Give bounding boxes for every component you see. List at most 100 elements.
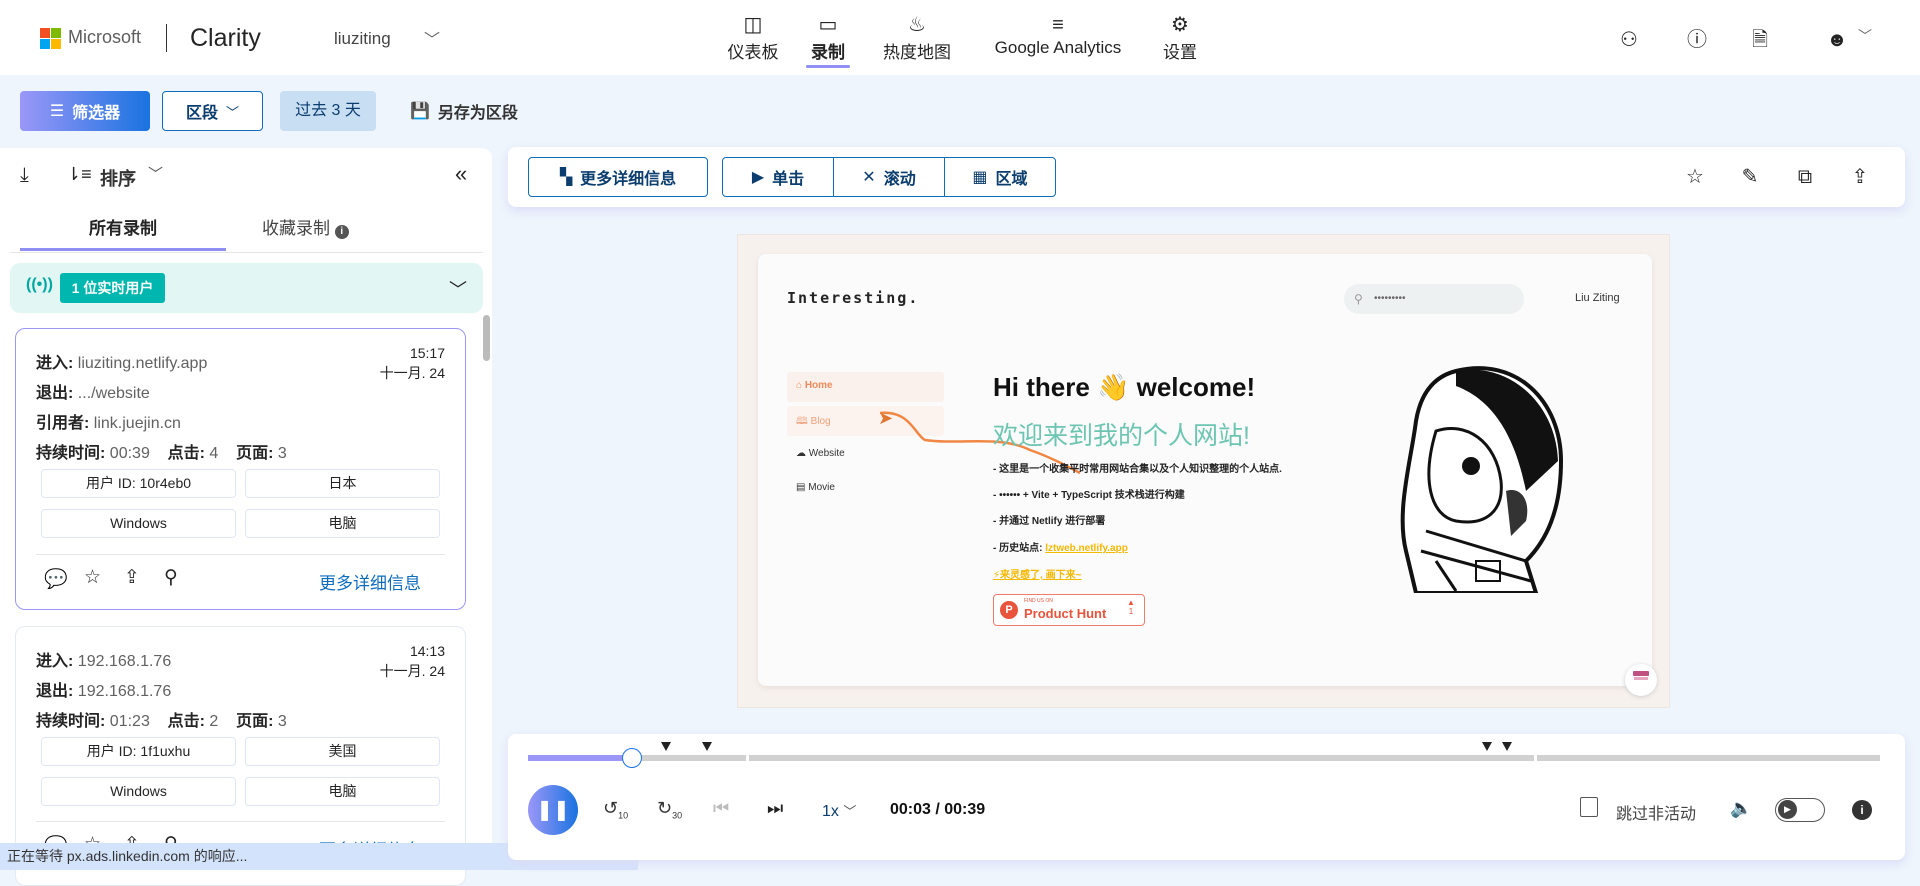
divider bbox=[10, 252, 483, 253]
chevron-down-icon: ﹀ bbox=[843, 804, 857, 819]
user-id-chip[interactable]: 用户 ID: 10r4eb0 bbox=[41, 469, 236, 498]
skip-inactive-checkbox[interactable] bbox=[1580, 797, 1598, 817]
tab-favorite-recordings[interactable]: 收藏录制 i bbox=[262, 214, 349, 239]
click-toggle[interactable]: ▶ 单击 bbox=[722, 157, 834, 197]
nav-recordings[interactable]: ▭ 录制 bbox=[806, 12, 850, 68]
site-bullet: - 这里是一个收集平时常用网站合集以及个人知识整理的个人站点. bbox=[993, 464, 1282, 475]
duration: 00:39 bbox=[109, 445, 150, 462]
ai-summary-icon[interactable]: 💬 bbox=[44, 567, 68, 591]
filter-icon: ☰ bbox=[49, 103, 65, 120]
recording-card[interactable]: 进入: liuziting.netlify.app 退出: .../websit… bbox=[15, 328, 466, 610]
feedback-icon[interactable]: ⚇ bbox=[1615, 26, 1643, 54]
autoplay-toggle[interactable]: ▶ bbox=[1775, 798, 1825, 822]
sort-dropdown[interactable]: 排序 bbox=[100, 165, 136, 191]
segment-dropdown[interactable]: 区段 ﹀ bbox=[162, 91, 263, 131]
history-link: lztweb.netlify.app bbox=[1045, 543, 1128, 554]
date-range-chip[interactable]: 过去 3 天 bbox=[280, 91, 376, 131]
site-nav-website: ☁ Website bbox=[796, 448, 845, 459]
play-icon: ▶ bbox=[1778, 800, 1797, 819]
chevron-down-icon[interactable]: ﹀ bbox=[424, 26, 440, 50]
search-icon: ⚲ bbox=[1354, 292, 1363, 306]
time-readout: 00:03 / 00:39 bbox=[890, 801, 986, 818]
document-icon[interactable]: 🗎 bbox=[1746, 26, 1774, 54]
sort-icon[interactable]: ⇂≡ bbox=[66, 164, 92, 185]
astronaut-illustration bbox=[1400, 366, 1564, 593]
site-bullet: - •••••• + Vite + TypeScript 技术栈进行构建 bbox=[993, 490, 1185, 501]
chevron-down-icon[interactable]: ﹀ bbox=[449, 276, 467, 302]
save-segment-button[interactable]: 💾 另存为区段 bbox=[410, 91, 518, 131]
product-name[interactable]: Clarity bbox=[190, 24, 261, 53]
click-marker-icon[interactable] bbox=[702, 742, 712, 751]
product-hunt-badge: P FIND US ON Product Hunt ▲ 1 bbox=[993, 594, 1145, 626]
chevron-down-icon[interactable]: ﹀ bbox=[1858, 26, 1872, 46]
volume-icon[interactable]: 🔈 bbox=[1730, 798, 1752, 819]
feedback-icon[interactable]: ✎ bbox=[1736, 163, 1764, 191]
site-welcome: 欢迎来到我的个人网站! bbox=[993, 422, 1250, 450]
tab-all-recordings[interactable]: 所有录制 bbox=[20, 214, 226, 239]
cursor-icon: ▶ bbox=[751, 169, 765, 186]
scrollbar[interactable] bbox=[483, 315, 490, 361]
info-icon[interactable]: i bbox=[334, 225, 349, 239]
brand-name: Microsoft bbox=[68, 27, 142, 47]
pause-button[interactable]: ❚❚ bbox=[528, 785, 578, 835]
device-chip[interactable]: 电脑 bbox=[245, 777, 440, 806]
chevron-down-icon[interactable]: ﹀ bbox=[148, 163, 163, 184]
upvote-count: ▲ 1 bbox=[1127, 598, 1135, 616]
star-icon[interactable]: ☆ bbox=[84, 566, 101, 589]
site-nav-movie: ▤ Movie bbox=[796, 482, 835, 493]
analytics-icon: ≡ bbox=[1052, 14, 1064, 36]
inspire-link: ⚡来灵感了, 画下来~ bbox=[993, 570, 1082, 581]
referrer: link.juejin.cn bbox=[93, 415, 181, 432]
skip-inactive-label[interactable]: 跳过非活动 bbox=[1616, 800, 1696, 824]
live-users-badge: 1 位实时用户 bbox=[60, 273, 165, 303]
nav-dashboard[interactable]: ◫ 仪表板 bbox=[722, 12, 784, 63]
rewind-10-icon[interactable]: ↺10 bbox=[603, 798, 628, 821]
save-icon: 💾 bbox=[410, 103, 430, 120]
recording-time: 14:13 十一月. 24 bbox=[379, 643, 445, 679]
avatar[interactable]: ☻ bbox=[1823, 26, 1851, 54]
click-marker-icon[interactable] bbox=[661, 742, 671, 751]
os-chip[interactable]: Windows bbox=[41, 509, 236, 538]
info-icon[interactable]: i bbox=[1852, 800, 1872, 820]
download-icon[interactable]: ⤓ bbox=[20, 164, 29, 187]
area-toggle[interactable]: ▦ 区域 bbox=[944, 157, 1056, 197]
speed-selector[interactable]: 1x ﹀ bbox=[822, 801, 856, 821]
help-icon[interactable]: ⓘ bbox=[1683, 26, 1711, 54]
exit-url: .../website bbox=[77, 385, 150, 402]
site-bullet: - 历史站点: lztweb.netlify.app bbox=[993, 543, 1128, 554]
next-icon[interactable]: ⏭ bbox=[767, 798, 783, 819]
click-marker-icon[interactable] bbox=[1482, 742, 1492, 751]
device-chip[interactable]: 电脑 bbox=[245, 509, 440, 538]
forward-30-icon[interactable]: ↻30 bbox=[657, 798, 682, 821]
pages: 3 bbox=[277, 713, 287, 730]
previous-icon[interactable]: ⏮ bbox=[713, 798, 729, 819]
site-hello: Hi there 👋 welcome! bbox=[993, 372, 1256, 402]
site-title: Interesting. bbox=[787, 289, 920, 307]
more-details-button[interactable]: ▚ 更多详细信息 bbox=[528, 157, 708, 197]
project-selector[interactable]: liuziting bbox=[334, 29, 391, 49]
more-details-link[interactable]: 更多详细信息 bbox=[319, 569, 421, 594]
os-chip[interactable]: Windows bbox=[41, 777, 236, 806]
share-icon[interactable]: ⇪ bbox=[124, 566, 140, 589]
share-icon[interactable]: ⇪ bbox=[1846, 163, 1874, 191]
click-marker-icon[interactable] bbox=[1502, 742, 1512, 751]
country-chip[interactable]: 美国 bbox=[245, 737, 440, 766]
scroll-toggle[interactable]: ✕ 滚动 bbox=[833, 157, 945, 197]
area-icon: ▦ bbox=[972, 169, 988, 186]
filters-button[interactable]: ☰ 筛选器 bbox=[20, 91, 150, 131]
user-icon[interactable]: ⚲ bbox=[164, 566, 178, 589]
collapse-icon[interactable]: « bbox=[455, 161, 467, 187]
nav-settings[interactable]: ⚙ 设置 bbox=[1160, 12, 1200, 63]
chevron-down-icon: ﹀ bbox=[226, 104, 240, 120]
nav-heatmaps[interactable]: ♨ 热度地图 bbox=[879, 12, 955, 63]
user-id-chip[interactable]: 用户 ID: 1f1uxhu bbox=[41, 737, 236, 766]
star-icon[interactable]: ☆ bbox=[1681, 163, 1709, 191]
country-chip[interactable]: 日本 bbox=[245, 469, 440, 498]
divider bbox=[36, 821, 445, 822]
timeline-scrubber[interactable] bbox=[622, 748, 643, 768]
open-external-icon[interactable]: ⧉ bbox=[1791, 163, 1819, 191]
details-panel-icon: ▚ bbox=[559, 169, 573, 186]
timeline-track[interactable] bbox=[528, 748, 1880, 768]
nav-google-analytics[interactable]: ≡ Google Analytics bbox=[990, 12, 1126, 58]
duration: 01:23 bbox=[109, 713, 150, 730]
